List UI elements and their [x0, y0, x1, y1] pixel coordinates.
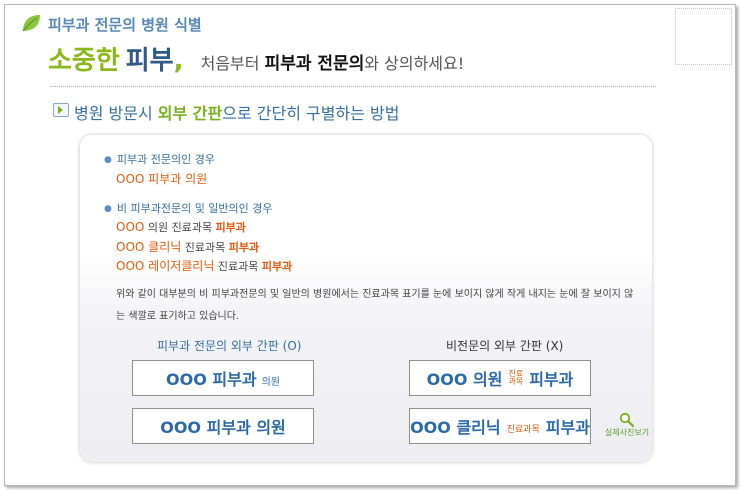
page-header-title: 피부과 전문의 병원 식별: [48, 16, 202, 34]
leaf-icon: [22, 15, 40, 32]
section-title-pre: 병원 방문시: [74, 104, 153, 123]
view-photo-link[interactable]: 실제사진보기: [602, 412, 652, 438]
slogan-comma: ,: [173, 46, 184, 76]
right-column-heading: 비전문의 외부 간판 (X): [446, 339, 564, 353]
slogan-big-1: 소중한: [48, 46, 120, 76]
slogan-post: 와 상의하세요!: [364, 54, 465, 73]
case1-heading: 피부과 전문의인 경우: [104, 151, 215, 167]
case2-heading: 비 피부과전문의 및 일반의인 경우: [104, 200, 273, 216]
case1-example: OOO 피부과 의원: [116, 172, 208, 186]
slogan-rest: 처음부터 피부과 전문의와 상의하세요!: [200, 54, 465, 74]
sign-specialist-2: OOO 피부과 의원: [132, 408, 314, 444]
divider: [50, 86, 656, 87]
magnifier-icon: [619, 412, 635, 428]
section-title: 병원 방문시 외부 간판으로 간단히 구별하는 방법: [74, 100, 399, 124]
slogan-big-2: 피부: [125, 46, 174, 76]
sign-nonspecialist-2: OOO 클리닉 진료과목 피부과: [409, 408, 591, 444]
view-photo-label: 실제사진보기: [604, 428, 650, 437]
corner-box: [675, 8, 732, 65]
section-title-post: 으로 간단히 구별하는 방법: [222, 104, 400, 123]
sign-specialist-1: OOO 피부과 의원: [132, 360, 314, 396]
case2-row-1: OOO 의원 진료과목 피부과: [116, 220, 246, 234]
play-icon: [53, 103, 69, 117]
description-text: 위와 같이 대부분의 비 피부과전문의 및 일반의 병원에서는 진료과목 표기를…: [116, 289, 634, 322]
case2-row-2: OOO 클리닉 진료과목 피부과: [116, 240, 260, 254]
section-title-highlight: 외부 간판: [157, 104, 223, 123]
slogan-pre: 처음부터: [200, 54, 260, 73]
slogan-bold: 피부과 전문의: [264, 54, 365, 74]
slogan: 소중한 피부, 처음부터 피부과 전문의와 상의하세요!: [48, 40, 464, 77]
case2-row-3: OOO 레이저클리닉 진료과목 피부과: [116, 259, 293, 273]
left-column-heading: 피부과 전문의 외부 간판 (O): [157, 339, 302, 353]
sign-nonspecialist-1: OOO 의원 진료 과목 피부과: [409, 360, 591, 396]
